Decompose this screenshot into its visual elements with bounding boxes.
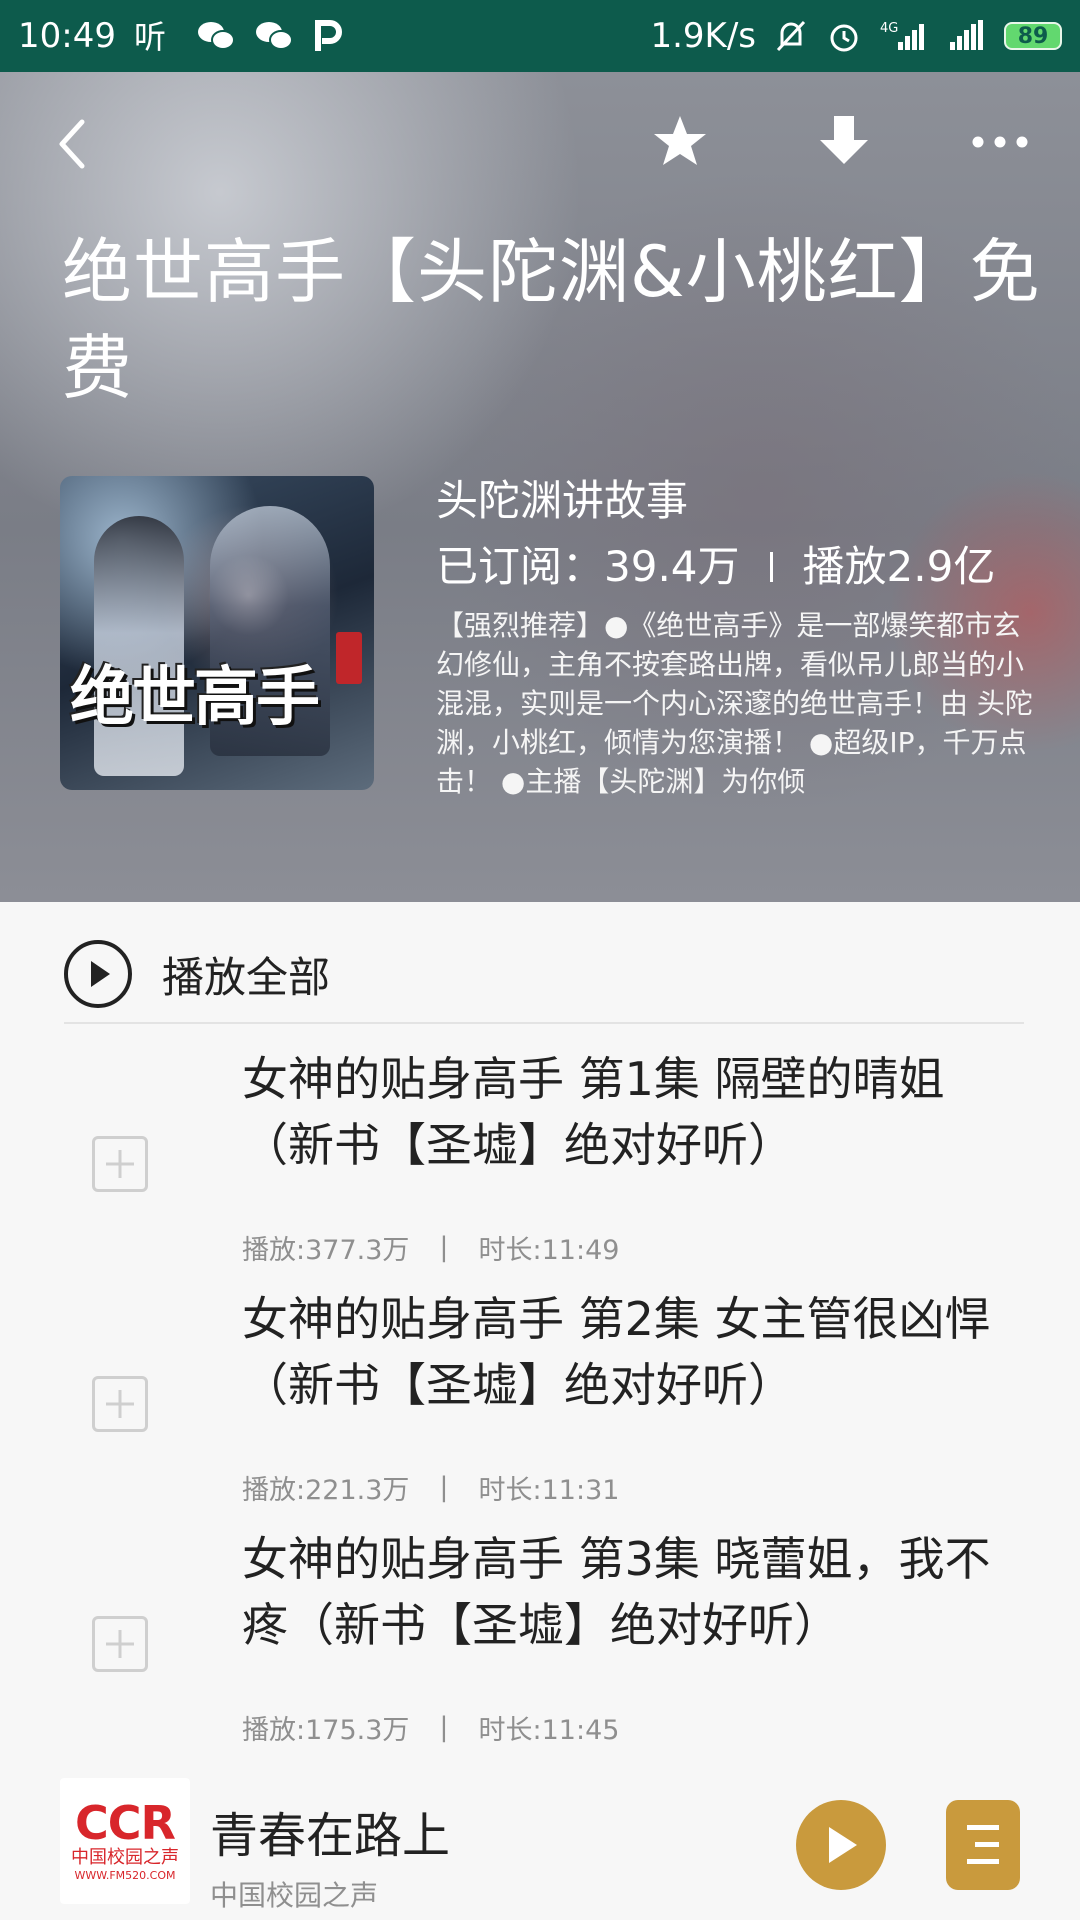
status-bar-left: 10:49 听: [18, 16, 342, 56]
now-playing-subtitle: 中国校园之声: [210, 1879, 379, 1912]
playlist-icon: [967, 1825, 999, 1864]
episode-meta: 播放:221.3万 | 时长:11:31: [242, 1468, 1022, 1507]
back-arrow-icon: [59, 119, 85, 169]
meta-separator: |: [439, 1472, 449, 1503]
signal-icon: 4G: [880, 18, 928, 54]
wechat-icon: [254, 19, 294, 53]
add-to-playlist-icon[interactable]: [92, 1616, 148, 1672]
play-circle-icon: [64, 940, 132, 1008]
anchor-name[interactable]: 头陀渊讲故事: [436, 472, 1036, 530]
logo-sub-text: 中国校园之声: [71, 1847, 179, 1868]
album-header: 绝世高手【头陀渊&小桃红】免费 绝世高手 头陀渊讲故事 已订阅：39.4万 播放…: [0, 72, 1080, 902]
play-all-button[interactable]: 播放全部: [64, 922, 1024, 1026]
add-to-playlist-icon[interactable]: [92, 1136, 148, 1192]
playlist-button[interactable]: [946, 1800, 1020, 1890]
play-count: 播放2.9亿: [802, 542, 996, 591]
episode-title: 女神的贴身高手 第3集 晓蕾姐，我不疼（新书【圣墟】绝对好听）: [242, 1532, 991, 1652]
add-to-playlist-icon[interactable]: [92, 1376, 148, 1432]
more-icon: [972, 136, 1028, 148]
episode-plays: 播放:175.3万: [242, 1715, 410, 1746]
battery-icon: 89: [1004, 22, 1062, 50]
list-item[interactable]: 女神的贴身高手 第2集 女主管很凶悍（新书【圣墟】绝对好听） 播放:221.3万…: [0, 1286, 1080, 1526]
subscribe-count: 已订阅：39.4万: [436, 542, 740, 591]
download-button[interactable]: [812, 110, 876, 174]
episode-meta: 播放:377.3万 | 时长:11:49: [242, 1228, 1022, 1267]
album-stats: 已订阅：39.4万 播放2.9亿: [436, 532, 1036, 602]
p-app-icon: [312, 19, 342, 53]
svg-text:听: 听: [134, 18, 166, 54]
album-description[interactable]: 【强烈推荐】●《绝世高手》是一部爆笑都市玄幻修仙，主角不按套路出牌，看似吊儿郎当…: [436, 606, 1036, 801]
play-all-label: 播放全部: [162, 952, 331, 1002]
meta-separator: |: [439, 1232, 449, 1263]
status-bar-right: 1.9K/s 4G 89: [650, 16, 1062, 56]
stats-divider: [769, 552, 773, 582]
favorite-button[interactable]: [648, 110, 712, 174]
episode-duration: 时长:11:49: [478, 1235, 620, 1266]
signal-icon: [946, 18, 986, 54]
album-title: 绝世高手【头陀渊&小桃红】免费: [62, 231, 1041, 409]
network-type: 4G: [880, 21, 898, 36]
back-button[interactable]: [44, 112, 100, 176]
episode-title: 女神的贴身高手 第1集 隔壁的晴姐（新书【圣墟】绝对好听）: [242, 1052, 945, 1172]
episode-duration: 时长:11:31: [478, 1475, 620, 1506]
meta-separator: |: [439, 1712, 449, 1743]
more-button[interactable]: [968, 110, 1032, 174]
mute-bell-icon: [774, 18, 808, 54]
alarm-icon: [826, 18, 862, 54]
star-icon: [654, 116, 706, 165]
album-info: 头陀渊讲故事 已订阅：39.4万 播放2.9亿 【强烈推荐】●《绝世高手》是一部…: [436, 472, 1036, 801]
list-item[interactable]: 女神的贴身高手 第1集 隔壁的晴姐（新书【圣墟】绝对好听） 播放:377.3万 …: [0, 1046, 1080, 1286]
ting-app-icon: 听: [134, 18, 178, 54]
episode-plays: 播放:221.3万: [242, 1475, 410, 1506]
top-nav: [0, 72, 1080, 212]
mini-player[interactable]: CCR 中国校园之声 WWW.FM520.COM 青春在路上 中国校园之声: [0, 1778, 1080, 1920]
status-bar: 10:49 听 1.9K/s 4G 89: [0, 0, 1080, 72]
episode-list-section: 播放全部 女神的贴身高手 第1集 隔壁的晴姐（新书【圣墟】绝对好听） 播放:37…: [0, 902, 1080, 1778]
album-cover[interactable]: 绝世高手: [60, 476, 374, 790]
divider: [64, 1022, 1024, 1024]
play-button[interactable]: [796, 1800, 886, 1890]
episode-meta: 播放:175.3万 | 时长:11:45: [242, 1708, 1022, 1747]
status-time: 10:49: [18, 16, 116, 56]
net-speed: 1.9K/s: [650, 16, 756, 56]
wechat-icon: [196, 19, 236, 53]
episode-plays: 播放:377.3万: [242, 1235, 410, 1266]
cover-title-art: 绝世高手: [70, 660, 320, 735]
episode-duration: 时长:11:45: [478, 1715, 620, 1746]
logo-url-text: WWW.FM520.COM: [74, 1869, 176, 1882]
download-icon: [820, 116, 868, 164]
list-item[interactable]: 女神的贴身高手 第3集 晓蕾姐，我不疼（新书【圣墟】绝对好听） 播放:175.3…: [0, 1526, 1080, 1766]
logo-main-text: CCR: [75, 1796, 176, 1850]
station-logo[interactable]: CCR 中国校园之声 WWW.FM520.COM: [60, 1778, 190, 1904]
now-playing-title[interactable]: 青春在路上: [210, 1796, 450, 1866]
play-icon: [829, 1827, 857, 1863]
episode-title: 女神的贴身高手 第2集 女主管很凶悍（新书【圣墟】绝对好听）: [242, 1292, 991, 1412]
